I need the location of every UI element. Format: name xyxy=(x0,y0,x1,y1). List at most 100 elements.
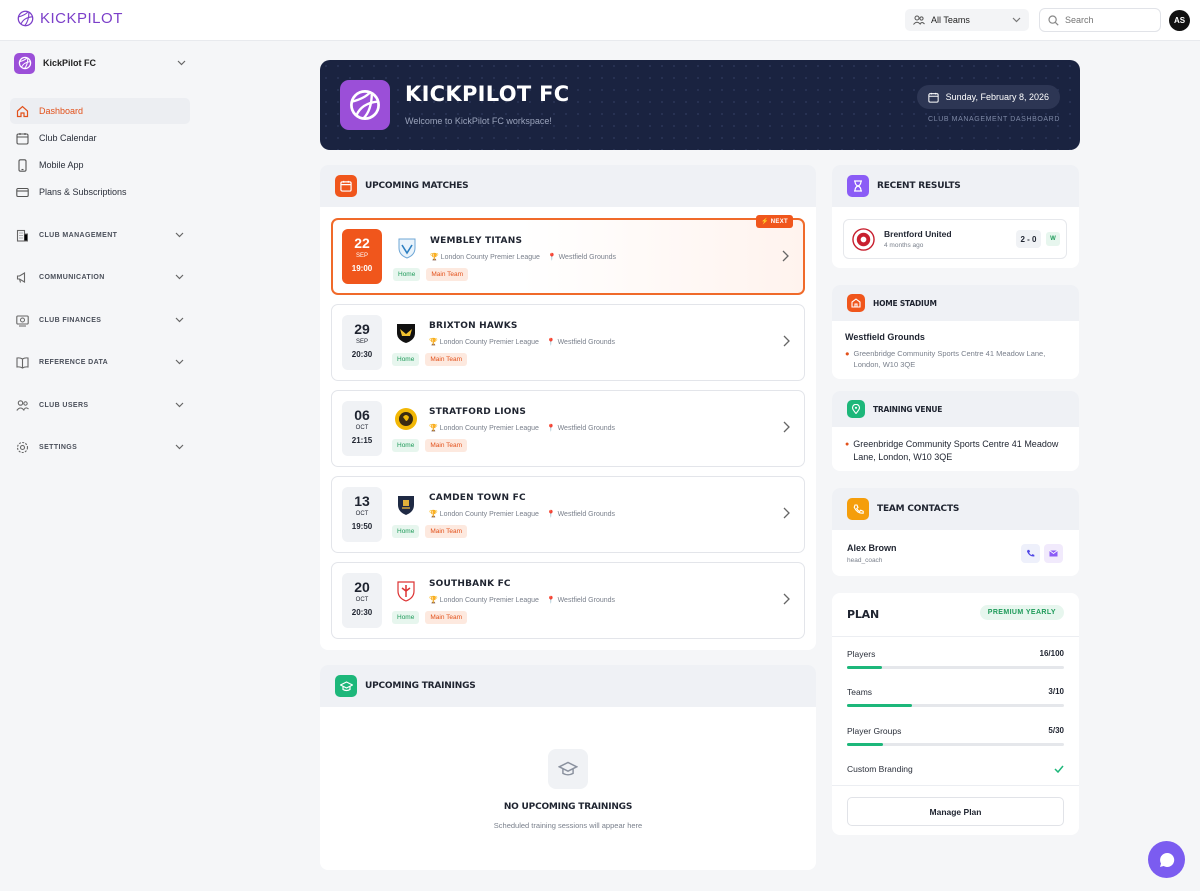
trophy-icon: 🏆 xyxy=(429,339,438,346)
match-time: 19:50 xyxy=(351,522,373,531)
plan-row-player-groups: Player Groups 5/30 xyxy=(847,726,1064,746)
camden-town-crest-icon xyxy=(398,496,414,515)
card-header: RECENT RESULTS xyxy=(832,165,1079,207)
sidebar-section-club-management[interactable]: CLUB MANAGEMENT xyxy=(10,222,190,248)
plan-row-value: 16/100 xyxy=(1039,649,1064,658)
usage-bar xyxy=(847,666,1064,669)
chevron-right-icon xyxy=(783,593,790,605)
graduation-cap-icon xyxy=(558,761,578,776)
card-header: TRAINING VENUE xyxy=(832,391,1079,427)
club-name: KickPilot FC xyxy=(43,58,97,68)
brentford-crest-icon xyxy=(852,228,875,251)
team-tag: Main Team xyxy=(425,525,468,538)
match-row[interactable]: 06 OCT 21:15 STRATFORD LIONS 🏆 London Co… xyxy=(331,390,805,467)
opponent-name: SOUTHBANK FC xyxy=(429,579,511,589)
sidebar-section-settings[interactable]: SETTINGS xyxy=(10,434,190,460)
team-tag: Main Team xyxy=(426,268,469,281)
usage-bar-fill xyxy=(847,666,882,669)
email-button[interactable] xyxy=(1044,544,1063,563)
league-name: London County Premier League xyxy=(440,254,540,261)
users-icon xyxy=(16,399,29,411)
call-button[interactable] xyxy=(1021,544,1040,563)
result-score: 2 - 0 xyxy=(1016,230,1041,248)
chevron-right-icon xyxy=(783,335,790,347)
stadium-icon xyxy=(847,294,865,312)
empty-state-title: NO UPCOMING TRAININGS xyxy=(503,802,633,812)
card-title: UPCOMING TRAININGS xyxy=(365,681,476,691)
recent-results-card: RECENT RESULTS Brentford United 4 months… xyxy=(832,165,1079,268)
divider xyxy=(832,636,1079,637)
search-input[interactable] xyxy=(1065,15,1145,25)
team-select[interactable]: All Teams xyxy=(905,9,1029,31)
ball-icon xyxy=(350,90,380,120)
sidebar-section-label: CLUB USERS xyxy=(39,401,89,409)
card-title: HOME STADIUM xyxy=(873,298,937,308)
pin-icon: 📍 xyxy=(546,425,556,432)
plan-card: PLAN PREMIUM YEARLY Players 16/100 Teams… xyxy=(832,593,1079,835)
sidebar-section-label: REFERENCE DATA xyxy=(39,358,109,366)
match-time: 20:30 xyxy=(351,350,373,359)
sidebar-item-label: Dashboard xyxy=(39,106,84,116)
match-row[interactable]: 29 SEP 20:30 BRIXTON HAWKS 🏆 London Coun… xyxy=(331,304,805,381)
card-header: UPCOMING TRAININGS xyxy=(320,665,816,707)
empty-state-icon-box xyxy=(548,749,588,789)
usage-bar-fill xyxy=(847,743,884,746)
club-hero-banner: KICKPILOT FC Welcome to KickPilot FC wor… xyxy=(320,60,1080,150)
result-time: 4 months ago xyxy=(884,242,924,249)
manage-plan-button[interactable]: Manage Plan xyxy=(847,797,1064,826)
sidebar-section-reference-data[interactable]: REFERENCE DATA xyxy=(10,349,190,375)
check-icon xyxy=(1054,765,1064,773)
pin-icon: ● xyxy=(845,441,850,448)
plan-row-teams: Teams 3/10 xyxy=(847,687,1064,707)
chat-launcher-button[interactable] xyxy=(1148,841,1185,878)
match-time: 19:00 xyxy=(351,264,373,273)
chevron-down-icon xyxy=(1012,17,1021,23)
home-tag: Home xyxy=(392,611,420,624)
league-name: London County Premier League xyxy=(439,511,539,518)
team-select-value: All Teams xyxy=(931,15,970,25)
match-tags: Home Main Team xyxy=(393,268,469,281)
venue-name: Westfield Grounds xyxy=(558,254,617,261)
megaphone-icon xyxy=(16,271,26,283)
training-venue-card: TRAINING VENUE ● Greenbridge Community S… xyxy=(832,391,1079,471)
sidebar-item-plans[interactable]: Plans & Subscriptions xyxy=(10,179,190,205)
home-tag: Home xyxy=(392,353,420,366)
trophy-icon: 🏆 xyxy=(429,425,438,432)
search-box[interactable] xyxy=(1039,8,1161,32)
plan-row-value: 5/30 xyxy=(1048,726,1064,735)
app-logo[interactable]: KICKPILOT xyxy=(17,10,123,27)
plan-row-label: Players xyxy=(847,649,876,659)
club-switcher[interactable]: KickPilot FC xyxy=(14,52,186,74)
match-row[interactable]: 13 OCT 19:50 CAMDEN TOWN FC 🏆 London Cou… xyxy=(331,476,805,553)
user-avatar[interactable]: AS xyxy=(1169,10,1190,31)
home-tag: Home xyxy=(393,268,421,281)
training-address-row: ● Greenbridge Community Sports Centre 41… xyxy=(845,438,1073,464)
calendar-icon xyxy=(16,132,29,145)
sidebar-section-club-users[interactable]: CLUB USERS xyxy=(10,392,190,418)
upcoming-trainings-card: UPCOMING TRAININGS NO UPCOMING TRAININGS… xyxy=(320,665,816,870)
home-icon xyxy=(16,105,29,117)
building-icon xyxy=(16,229,28,242)
search-icon xyxy=(1048,14,1059,26)
brixton-hawks-crest-icon xyxy=(397,324,415,343)
stadium-address-row: ● Greenbridge Community Sports Centre 41… xyxy=(845,348,1070,370)
match-row[interactable]: 20 OCT 20:30 SOUTHBANK FC 🏆 London Count… xyxy=(331,562,805,639)
match-row[interactable]: ⚡ NEXT 22 SEP 19:00 WEMBLEY TITANS 🏆 Lon… xyxy=(331,215,805,295)
result-team: Brentford United xyxy=(884,229,952,239)
contact-name: Alex Brown xyxy=(847,543,897,553)
chevron-right-icon xyxy=(783,421,790,433)
sidebar-item-dashboard[interactable]: Dashboard xyxy=(10,98,190,124)
users-icon xyxy=(913,15,925,25)
card-title: TEAM CONTACTS xyxy=(877,504,960,514)
sidebar-item-club-calendar[interactable]: Club Calendar xyxy=(10,125,190,151)
sidebar-section-label: COMMUNICATION xyxy=(39,273,105,281)
sidebar-section-communication[interactable]: COMMUNICATION xyxy=(10,264,190,290)
sidebar-item-mobile-app[interactable]: Mobile App xyxy=(10,152,190,178)
plan-badge: PREMIUM YEARLY xyxy=(979,605,1064,620)
match-time: 20:30 xyxy=(351,608,373,617)
sidebar-section-club-finances[interactable]: CLUB FINANCES xyxy=(10,307,190,333)
result-row[interactable]: Brentford United 4 months ago 2 - 0 W xyxy=(843,219,1067,259)
sidebar-item-label: Mobile App xyxy=(39,160,84,170)
match-month: OCT xyxy=(355,425,369,431)
southbank-crest-icon xyxy=(397,581,415,602)
